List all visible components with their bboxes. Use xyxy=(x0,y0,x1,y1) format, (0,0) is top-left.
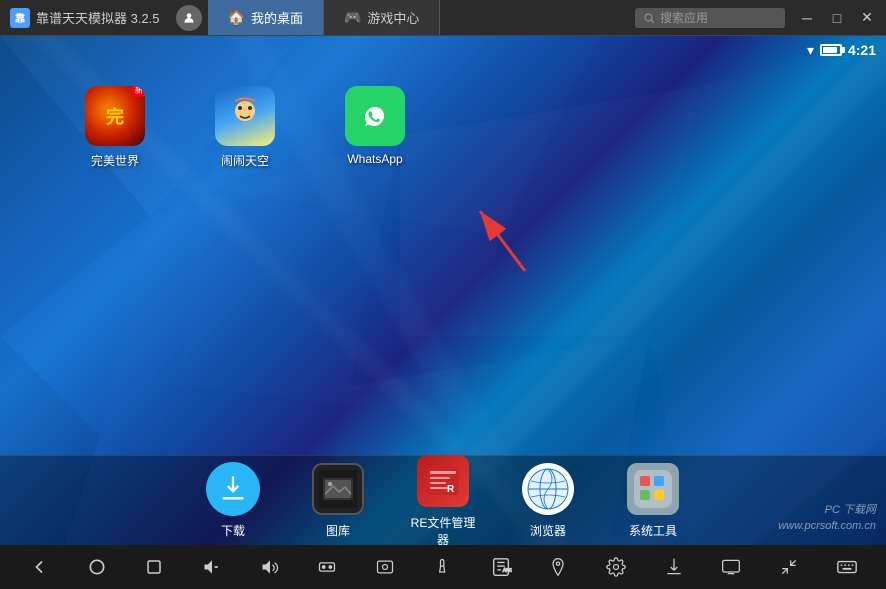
minimize-button[interactable]: ─ xyxy=(793,4,821,32)
android-status-bar: ▾ 4:21 xyxy=(0,36,886,64)
gallery-icon-wrap xyxy=(311,462,365,516)
browser-label: 浏览器 xyxy=(530,522,566,539)
gamepad-icon: 🎮 xyxy=(344,9,361,26)
dock-download[interactable]: 下载 xyxy=(196,462,271,539)
nav-settings-button[interactable] xyxy=(598,549,634,585)
download-icon-wrap xyxy=(206,462,260,516)
app-logo-icon: 靠 xyxy=(10,8,30,28)
battery-icon xyxy=(820,44,842,56)
nav-touch-button[interactable] xyxy=(425,549,461,585)
battery-fill xyxy=(823,47,837,53)
gallery-icon xyxy=(312,463,364,515)
perfect-world-icon: 新 完 xyxy=(85,86,145,146)
whatsapp-icon xyxy=(345,86,405,146)
nav-keyboard-button[interactable] xyxy=(829,549,865,585)
naonao-icon xyxy=(215,86,275,146)
nav-vol-down-button[interactable] xyxy=(194,549,230,585)
watermark: PC 下载网 www.pcrsoft.com.cn xyxy=(778,503,876,534)
search-area[interactable] xyxy=(635,8,785,28)
nav-screenshot-button[interactable] xyxy=(367,549,403,585)
nav-back-button[interactable] xyxy=(21,549,57,585)
tab-games[interactable]: 🎮 游戏中心 xyxy=(324,0,440,35)
nav-gamepad-button[interactable] xyxy=(309,549,345,585)
android-nav-bar: APK xyxy=(0,545,886,589)
whatsapp-label: WhatsApp xyxy=(347,152,402,166)
sys-tools-icon-wrap xyxy=(626,462,680,516)
system-tools-svg xyxy=(634,470,672,508)
tabs-area: 🏠 我的桌面 🎮 游戏中心 xyxy=(208,0,627,35)
re-file-manager-icon: R xyxy=(417,455,469,507)
maximize-button[interactable]: □ xyxy=(823,4,851,32)
window-controls: ─ □ ✕ xyxy=(793,4,886,32)
system-tools-icon xyxy=(627,463,679,515)
browser-icon xyxy=(522,463,574,515)
close-button[interactable]: ✕ xyxy=(853,4,881,32)
system-tools-label: 系统工具 xyxy=(629,522,677,539)
nav-apk-button[interactable]: APK xyxy=(483,549,519,585)
nav-download-button[interactable] xyxy=(656,549,692,585)
app-perfect-world[interactable]: 新 完 完美世界 xyxy=(80,86,150,169)
watermark-line1: PC 下载网 xyxy=(778,503,876,518)
re-icon-wrap: R xyxy=(416,454,470,508)
nav-expand-button[interactable] xyxy=(771,549,807,585)
nav-vol-up-button[interactable] xyxy=(252,549,288,585)
annotation-arrow xyxy=(460,191,540,286)
pw-badge: 新 xyxy=(131,86,145,97)
re-manager-label: RE文件管理器 xyxy=(406,514,481,548)
red-arrow-svg xyxy=(460,191,540,281)
download-icon xyxy=(206,462,260,516)
svg-text:R: R xyxy=(447,484,455,495)
app-dock: 下载 图库 xyxy=(0,455,886,545)
app-logo-area: 靠 靠谱天天模拟器 3.2.5 xyxy=(0,8,170,28)
emulator-screen: ▾ 4:21 新 完 完美世界 xyxy=(0,36,886,589)
nav-home-button[interactable] xyxy=(79,549,115,585)
dock-system-tools[interactable]: 系统工具 xyxy=(616,462,691,539)
tab-desktop[interactable]: 🏠 我的桌面 xyxy=(208,0,324,35)
desktop-apps-grid: 新 完 完美世界 xyxy=(80,86,410,169)
titlebar: 靠 靠谱天天模拟器 3.2.5 🏠 我的桌面 🎮 游戏中心 ─ □ ✕ xyxy=(0,0,886,36)
wifi-icon: ▾ xyxy=(807,42,814,59)
whatsapp-phone-icon xyxy=(357,98,393,134)
nav-location-button[interactable] xyxy=(540,549,576,585)
nav-screen-button[interactable] xyxy=(713,549,749,585)
app-naonao-sky[interactable]: 闹闹天空 xyxy=(210,86,280,169)
app-title: 靠谱天天模拟器 3.2.5 xyxy=(36,8,160,27)
dock-browser[interactable]: 浏览器 xyxy=(511,462,586,539)
browser-globe-icon xyxy=(526,467,570,511)
app-whatsapp[interactable]: WhatsApp xyxy=(340,86,410,166)
watermark-line2: www.pcrsoft.com.cn xyxy=(778,519,876,534)
re-icon-svg: R xyxy=(425,463,461,499)
svg-text:APK: APK xyxy=(502,568,511,573)
search-icon xyxy=(643,12,655,24)
download-label: 下载 xyxy=(221,522,245,539)
browser-icon-wrap xyxy=(521,462,575,516)
gallery-image-icon xyxy=(319,470,357,508)
search-input[interactable] xyxy=(660,11,770,25)
download-arrow-icon xyxy=(219,475,247,503)
status-time: 4:21 xyxy=(848,42,876,58)
gallery-label: 图库 xyxy=(326,522,350,539)
perfect-world-label: 完美世界 xyxy=(91,152,139,169)
avatar-button[interactable] xyxy=(176,5,202,31)
battery-area xyxy=(820,44,842,56)
naonao-character xyxy=(225,96,265,136)
home-icon: 🏠 xyxy=(228,9,245,26)
naonao-label: 闹闹天空 xyxy=(221,152,269,169)
dock-gallery[interactable]: 图库 xyxy=(301,462,376,539)
nav-recents-button[interactable] xyxy=(136,549,172,585)
dock-re-manager[interactable]: R RE文件管理器 xyxy=(406,454,481,548)
